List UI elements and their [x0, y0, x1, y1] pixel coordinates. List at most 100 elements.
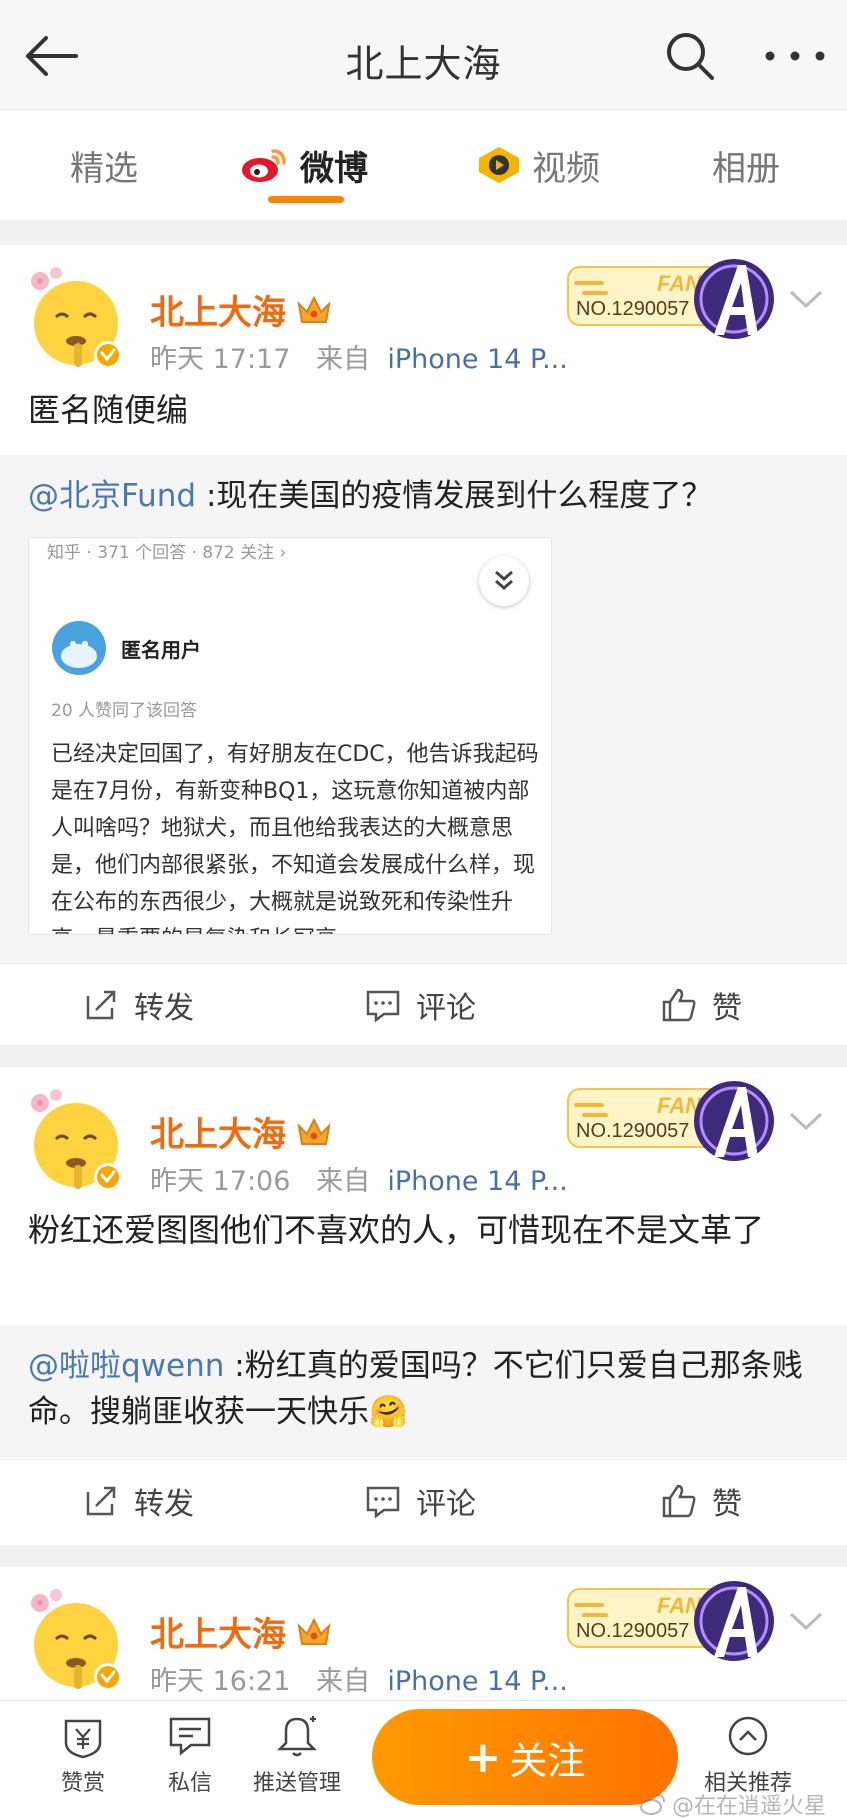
post-card[interactable]: 北上大海 昨天 16:21 来自 iPhone 14 P... FANS NO.… — [0, 1567, 847, 1707]
chevron-down-icon[interactable] — [788, 1609, 824, 1633]
comment-button[interactable]: 评论 — [364, 964, 476, 1046]
post-actions: 转发 评论 赞 — [0, 1459, 847, 1541]
watermark: @在在逍遥火星 — [640, 1788, 826, 1818]
chevron-down-icon[interactable] — [788, 287, 824, 311]
zhihu-username: 匿名用户 — [121, 638, 201, 662]
message-label: 私信 — [167, 1771, 212, 1796]
username-link[interactable]: 北上大海 — [150, 285, 332, 334]
post-actions: 转发 评论 赞 — [0, 963, 847, 1045]
reward-label: 赞赏 — [60, 1771, 105, 1796]
post-text: 粉红还爱图图他们不喜欢的人，可惜现在不是文革了 — [28, 1211, 765, 1249]
repost-button[interactable]: 转发 — [82, 1460, 194, 1542]
reposted-content[interactable]: @北京Fund :现在美国的疫情发展到什么程度了？ 知乎 · 371 个回答 ·… — [0, 455, 847, 963]
post-source-label: 来自 — [316, 1166, 371, 1197]
crown-icon — [297, 295, 331, 323]
tab-label: 微博 — [300, 148, 368, 189]
fans-badge[interactable]: FANS NO.1290057 — [562, 1073, 784, 1177]
post-meta: 昨天 16:21 来自 iPhone 14 P... — [150, 1659, 568, 1698]
top-bar: 北上大海 — [0, 0, 847, 110]
like-label: 赞 — [712, 1487, 742, 1522]
comment-button[interactable]: 评论 — [364, 1460, 476, 1542]
like-label: 赞 — [712, 991, 742, 1026]
plus-icon: + — [464, 1731, 502, 1783]
repost-icon — [86, 990, 116, 1020]
username-text: 北上大海 — [150, 1615, 286, 1655]
comment-label: 评论 — [416, 1487, 476, 1522]
mention-link[interactable]: @北京Fund — [28, 478, 196, 514]
post-meta: 昨天 17:17 来自 iPhone 14 P... — [150, 337, 568, 376]
repost-label: 转发 — [134, 991, 194, 1026]
comment-icon — [366, 1486, 400, 1519]
thumbs-up-icon — [662, 988, 696, 1022]
repost-text: @北京Fund :现在美国的疫情发展到什么程度了？ — [28, 473, 818, 519]
post-source-label: 来自 — [316, 344, 371, 375]
post-card[interactable]: 北上大海 昨天 17:06 来自 iPhone 14 P... FANS NO.… — [0, 1067, 847, 1545]
tab-weibo[interactable]: 微博 — [240, 140, 368, 190]
crown-icon — [297, 1117, 331, 1145]
post-text: 匿名随便编 — [28, 391, 189, 429]
tab-label: 精选 — [70, 148, 138, 189]
message-button[interactable]: 私信 — [135, 1713, 245, 1797]
repost-button[interactable]: 转发 — [82, 964, 194, 1046]
weibo-logo-icon — [242, 149, 286, 182]
post-device[interactable]: iPhone 14 P... — [387, 344, 567, 375]
search-icon[interactable] — [664, 30, 716, 82]
repost-label: 转发 — [134, 1487, 194, 1522]
post-device[interactable]: iPhone 14 P... — [387, 1666, 567, 1697]
message-icon — [169, 1717, 211, 1756]
comment-label: 评论 — [416, 991, 476, 1026]
username-link[interactable]: 北上大海 — [150, 1607, 332, 1656]
repost-icon — [86, 1486, 116, 1516]
fans-badge[interactable]: FANS NO.1290057 — [562, 251, 784, 355]
tab-label: 视频 — [532, 148, 600, 189]
fans-badge[interactable]: FANS NO.1290057 — [562, 1573, 784, 1677]
username-text: 北上大海 — [150, 1115, 286, 1155]
avatar[interactable] — [26, 1589, 130, 1693]
zhihu-answer: 已经决定回国了，有好朋友在CDC，他告诉我起码是在7月份，有新变种BQ1，这玩意… — [51, 742, 539, 934]
chevron-up-circle-icon — [728, 1716, 768, 1756]
mention-link[interactable]: @啦啦qwenn — [28, 1348, 224, 1384]
tab-album[interactable]: 相册 — [712, 140, 780, 190]
avatar[interactable] — [26, 267, 130, 371]
fans-number: NO.1290057 — [576, 298, 689, 320]
chevron-down-icon[interactable] — [788, 1109, 824, 1133]
post-time: 昨天 17:17 — [150, 344, 291, 375]
username-link[interactable]: 北上大海 — [150, 1107, 332, 1156]
repost-text: @啦啦qwenn :粉红真的爱国吗？不它们只爱自己那条贱命。搜躺匪收获一天快乐🤗 — [28, 1343, 818, 1435]
reward-button[interactable]: 赞赏 — [28, 1713, 138, 1797]
comment-icon — [366, 990, 400, 1023]
video-logo-icon — [479, 147, 519, 183]
username-text: 北上大海 — [150, 293, 286, 333]
more-options-icon[interactable] — [760, 34, 830, 78]
reposted-content[interactable]: @啦啦qwenn :粉红真的爱国吗？不它们只爱自己那条贱命。搜躺匪收获一天快乐🤗 — [0, 1325, 847, 1457]
fans-number: NO.1290057 — [576, 1620, 689, 1642]
tab-video[interactable]: 视频 — [476, 140, 600, 190]
profile-tabs: 精选 微博 视频 相册 — [0, 110, 847, 220]
post-device[interactable]: iPhone 14 P... — [387, 1166, 567, 1197]
active-tab-indicator — [268, 196, 344, 203]
reward-icon — [64, 1719, 102, 1759]
follow-button[interactable]: + 关注 — [372, 1709, 678, 1805]
bell-icon — [276, 1716, 318, 1757]
tab-label: 相册 — [712, 148, 780, 189]
like-button[interactable]: 赞 — [660, 964, 742, 1046]
like-button[interactable]: 赞 — [660, 1460, 742, 1542]
push-management-label: 推送管理 — [252, 1771, 341, 1796]
page-title: 北上大海 — [345, 42, 502, 86]
app-root: 北上大海 精选 微博 视频 相册 北上大海 昨天 17:17 来自 iPhone… — [0, 0, 847, 1818]
post-time: 昨天 17:06 — [150, 1166, 291, 1197]
repost-body: :现在美国的疫情发展到什么程度了？ — [196, 478, 713, 514]
post-meta: 昨天 17:06 来自 iPhone 14 P... — [150, 1159, 568, 1198]
related-recommend-button[interactable]: 相关推荐 — [693, 1713, 803, 1797]
zhihu-stats: 知乎 · 371 个回答 · 872 关注 › — [47, 543, 287, 563]
fans-number: NO.1290057 — [576, 1120, 689, 1142]
tab-featured[interactable]: 精选 — [70, 140, 138, 190]
crown-icon — [297, 1617, 331, 1645]
zhihu-likes: 20 人赞同了该回答 — [51, 701, 198, 721]
push-management-button[interactable]: 推送管理 — [242, 1713, 352, 1797]
thumbs-up-icon — [662, 1484, 696, 1518]
weibo-watermark-icon — [640, 1794, 665, 1815]
post-card[interactable]: 北上大海 昨天 17:17 来自 iPhone 14 P... FANS NO.… — [0, 245, 847, 1045]
avatar[interactable] — [26, 1089, 130, 1193]
attached-image[interactable]: 知乎 · 371 个回答 · 872 关注 › 匿名用户 20 人赞同了该回答 … — [28, 537, 552, 935]
